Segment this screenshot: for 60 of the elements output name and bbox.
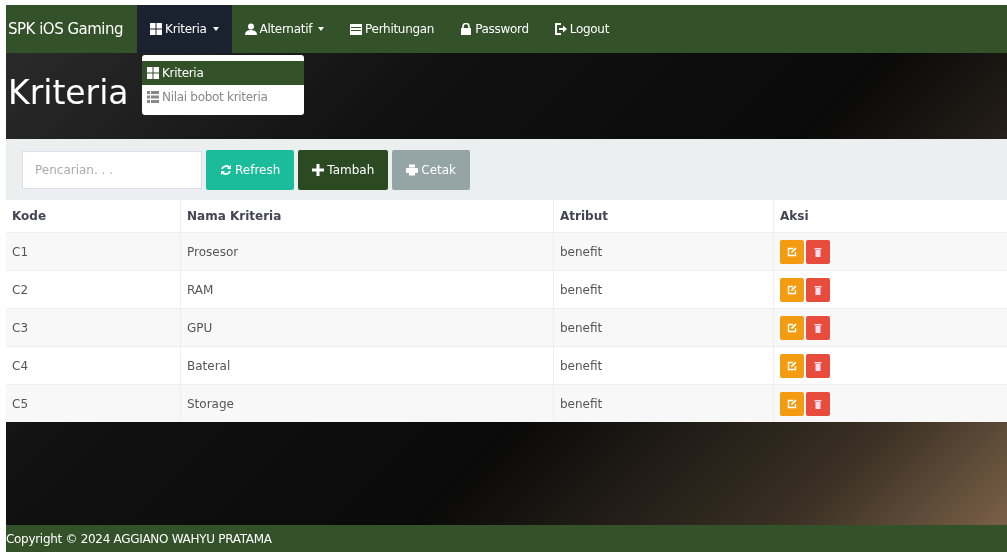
- table-cell: Prosesor: [180, 232, 554, 271]
- table-cell: benefit: [553, 384, 774, 422]
- trash-icon: [813, 284, 823, 295]
- table-cell: Storage: [180, 384, 554, 422]
- trash-icon: [813, 246, 823, 257]
- column-header: Aksi: [773, 200, 1007, 233]
- edit-button[interactable]: [780, 315, 804, 340]
- table-cell: C1: [6, 232, 181, 271]
- logout-icon: [554, 23, 567, 35]
- table-cell: C4: [6, 346, 181, 385]
- lock-icon: [460, 23, 473, 35]
- edit-icon: [787, 284, 797, 295]
- nav-item[interactable]: Password: [447, 5, 542, 53]
- delete-button[interactable]: [806, 239, 830, 264]
- refresh-icon: [220, 163, 232, 176]
- edit-icon: [787, 360, 797, 371]
- edit-button[interactable]: [780, 353, 804, 378]
- table-cell: benefit: [553, 308, 774, 347]
- trash-icon: [813, 360, 823, 371]
- edit-icon: [787, 322, 797, 333]
- nav-item[interactable]: Kriteria: [137, 5, 232, 53]
- grid-icon: [150, 23, 163, 35]
- menu-item[interactable]: Kriteria: [142, 61, 304, 85]
- delete-button[interactable]: [806, 315, 830, 340]
- edit-icon: [787, 398, 797, 409]
- edit-icon: [787, 246, 797, 257]
- edit-button[interactable]: [780, 391, 804, 416]
- table-cell: C3: [6, 308, 181, 347]
- edit-button[interactable]: [780, 277, 804, 302]
- table-cell: GPU: [180, 308, 554, 347]
- trash-icon: [813, 398, 823, 409]
- table-cell: benefit: [553, 232, 774, 271]
- menu-item[interactable]: Nilai bobot kriteria: [142, 85, 304, 109]
- edit-button[interactable]: [780, 239, 804, 264]
- nav-item[interactable]: Logout: [541, 5, 623, 53]
- search-field[interactable]: Pencarian. . .: [22, 150, 202, 189]
- column-header: Atribut: [553, 200, 774, 233]
- user-icon: [244, 23, 257, 35]
- delete-button[interactable]: [806, 277, 830, 302]
- column-header: Kode: [6, 200, 181, 233]
- toolbar-button[interactable]: Tambah: [298, 149, 389, 190]
- table-cell: RAM: [180, 270, 554, 309]
- table-cell: C5: [6, 384, 181, 422]
- nav-item[interactable]: Alternatif: [231, 5, 338, 53]
- column-header: Nama Kriteria: [180, 200, 554, 233]
- copyright-text: Copyright © 2024 AGGIANO WAHYU PRATAMA: [6, 531, 272, 546]
- delete-button[interactable]: [806, 353, 830, 378]
- table-cell: benefit: [553, 346, 774, 385]
- delete-button[interactable]: [806, 391, 830, 416]
- table-cell: benefit: [553, 270, 774, 309]
- page-title: Kriteria: [8, 73, 129, 114]
- table-cell: Bateral: [180, 346, 554, 385]
- brand-link[interactable]: SPK iOS Gaming: [6, 5, 138, 53]
- plus-icon: [312, 163, 325, 176]
- table-cell: C2: [6, 270, 181, 309]
- printer-icon: [406, 163, 419, 176]
- nav-item[interactable]: Perhitungan: [337, 5, 448, 53]
- list-icon: [147, 91, 159, 103]
- grid-icon: [147, 67, 159, 79]
- trash-icon: [813, 322, 823, 333]
